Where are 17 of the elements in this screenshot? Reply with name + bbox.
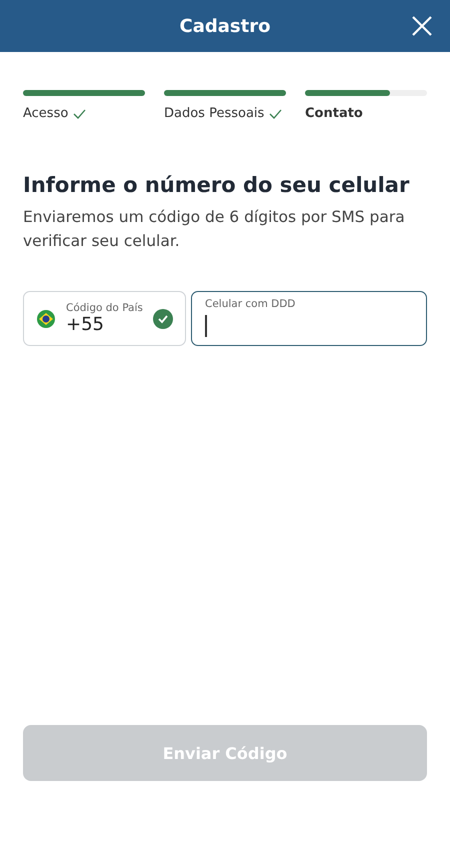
- country-code-field[interactable]: Código do País +55: [23, 291, 186, 346]
- phone-input-field[interactable]: Celular com DDD: [191, 291, 427, 346]
- close-button[interactable]: [410, 14, 434, 38]
- field-label: Código do País: [66, 302, 143, 314]
- step-label: Contato: [305, 106, 364, 121]
- check-icon: [73, 108, 86, 118]
- text-cursor: [205, 315, 206, 337]
- check-icon: [269, 108, 282, 118]
- step-label: Acesso: [23, 106, 145, 121]
- description: Enviaremos um código de 6 dígitos por SMS para verificar seu celular.: [23, 207, 406, 252]
- field-value: +55: [66, 314, 105, 335]
- step-label: Dados Pessoais: [164, 106, 286, 121]
- close-icon: [410, 14, 434, 38]
- heading: Informe o número do seu celular: [23, 173, 410, 197]
- flag-icon: [36, 308, 56, 328]
- header-title: Cadastro: [180, 16, 270, 36]
- field-label: Celular com DDD: [205, 298, 296, 310]
